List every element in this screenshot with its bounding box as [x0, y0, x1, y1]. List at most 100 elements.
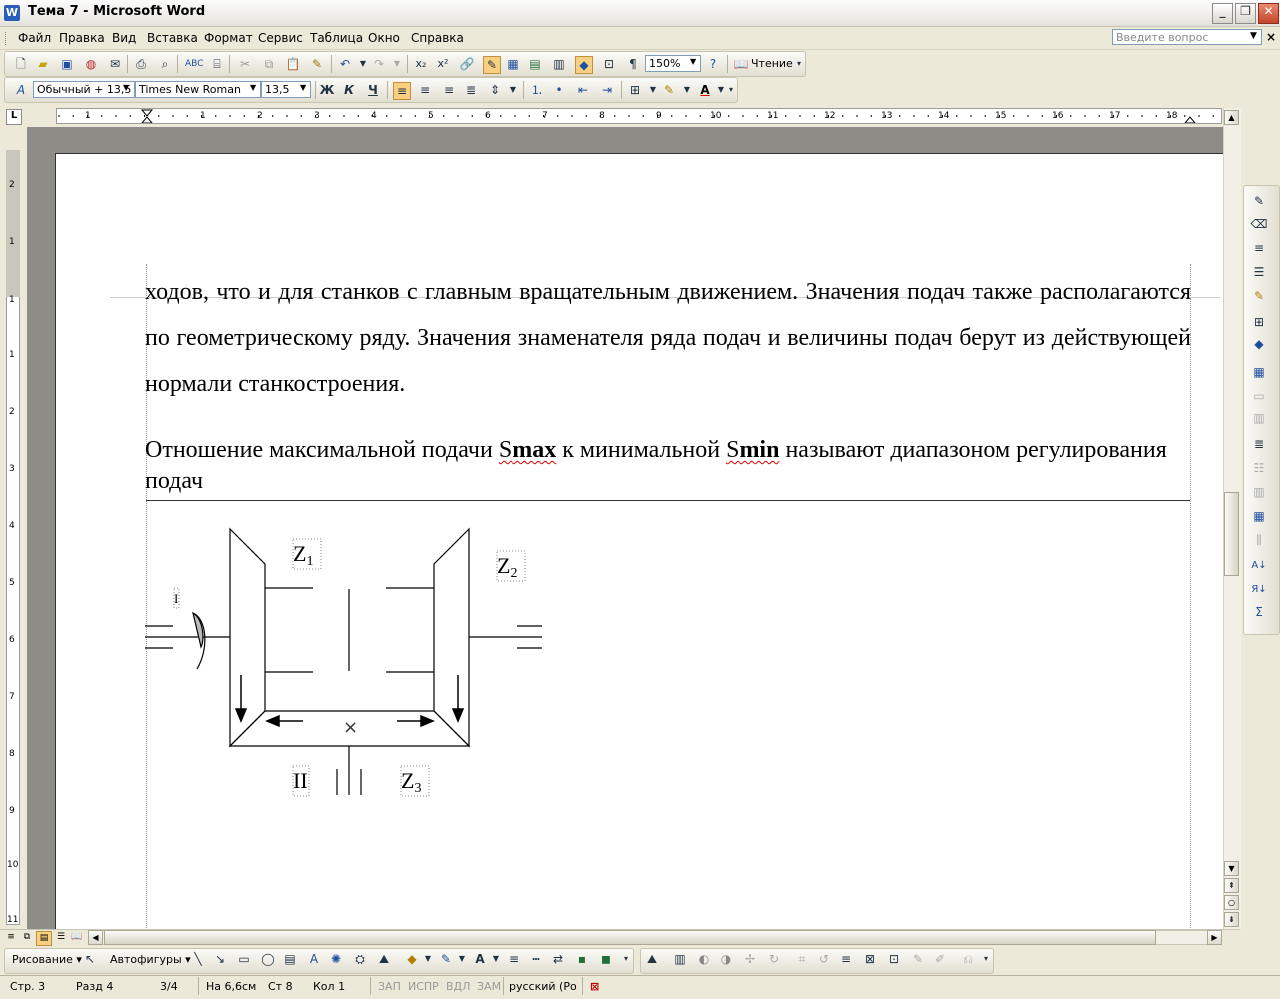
toolbar-options-icon[interactable]: ▾: [723, 82, 739, 98]
more-contrast-icon[interactable]: ◐: [696, 951, 712, 967]
drawing-menu-button[interactable]: Рисование ▾: [12, 953, 82, 966]
word-app-icon[interactable]: W: [4, 5, 20, 21]
arrow-tool-icon[interactable]: ↘: [212, 951, 228, 967]
crop-icon[interactable]: ✢: [742, 951, 758, 967]
menu-window[interactable]: Окно: [368, 31, 400, 45]
rotate-left-icon[interactable]: ↺: [816, 951, 832, 967]
styles-icon[interactable]: A: [13, 82, 29, 98]
autosum-icon[interactable]: Σ: [1250, 604, 1268, 620]
cut-icon[interactable]: ✂: [237, 56, 253, 72]
shading-icon[interactable]: ◆: [1250, 336, 1268, 352]
superscript-icon[interactable]: x²: [435, 56, 451, 72]
text-box-icon[interactable]: ▤: [282, 951, 298, 967]
dash-style-icon[interactable]: ┅: [528, 951, 544, 967]
reading-view-button[interactable]: 📖: [70, 931, 84, 944]
next-page-button[interactable]: ⇟: [1224, 912, 1239, 927]
spelling-status-icon[interactable]: ⊠: [590, 980, 599, 993]
distribute-columns-icon[interactable]: ▥: [1250, 484, 1268, 500]
help-search-input[interactable]: Введите вопрос: [1112, 29, 1262, 45]
restore-button[interactable]: ❐: [1235, 3, 1256, 24]
gearbox-diagram[interactable]: Z1 Z2 II Z3 I ×: [145, 499, 605, 819]
chevron-down-icon[interactable]: ▼: [300, 83, 306, 92]
menu-tools[interactable]: Сервис: [258, 31, 303, 45]
scroll-up-button[interactable]: ▲: [1224, 110, 1239, 125]
status-overtype[interactable]: ЗАМ: [477, 980, 501, 993]
status-record-macro[interactable]: ЗАП: [378, 980, 401, 993]
italic-button[interactable]: К: [341, 82, 357, 98]
align-right-icon[interactable]: ≡: [441, 82, 457, 98]
chevron-down-icon[interactable]: ▼: [1250, 31, 1257, 41]
tables-borders-icon[interactable]: ✎: [483, 56, 501, 74]
oval-tool-icon[interactable]: ◯: [260, 951, 276, 967]
toolbar-options-icon[interactable]: ▾: [791, 56, 807, 72]
bullets-icon[interactable]: •: [551, 82, 567, 98]
toolbar-options-icon[interactable]: ▾: [978, 951, 994, 967]
permission-icon[interactable]: ◍: [83, 56, 99, 72]
help-icon[interactable]: ?: [705, 56, 721, 72]
bold-button[interactable]: Ж: [319, 82, 335, 98]
diagram-icon[interactable]: ✺: [328, 951, 344, 967]
set-transparent-icon[interactable]: ✐: [932, 951, 948, 967]
select-objects-icon[interactable]: ↖: [82, 951, 98, 967]
line-style-icon[interactable]: ≡: [1250, 240, 1268, 256]
underline-button[interactable]: Ч: [365, 82, 381, 98]
print-layout-view-button[interactable]: ▤: [36, 931, 52, 946]
chevron-down-icon[interactable]: ▼: [505, 82, 521, 98]
scroll-left-button[interactable]: ◀: [88, 930, 103, 945]
chevron-down-icon[interactable]: ▼: [454, 951, 470, 967]
normal-view-button[interactable]: ≡: [4, 931, 18, 944]
sort-descending-icon[interactable]: Я↓: [1250, 582, 1268, 598]
line-style-icon[interactable]: ≡: [838, 951, 854, 967]
web-view-button[interactable]: ⧉: [20, 931, 34, 944]
merge-cells-icon[interactable]: ▭: [1250, 388, 1268, 404]
copy-icon[interactable]: ⧉: [261, 56, 277, 72]
chevron-down-icon[interactable]: ▼: [690, 57, 696, 66]
align-left-icon[interactable]: ≡: [393, 82, 411, 100]
menu-grip[interactable]: [5, 32, 9, 45]
sort-ascending-icon[interactable]: A↓: [1250, 558, 1268, 574]
research-icon[interactable]: ⌸: [209, 56, 225, 72]
chevron-down-icon[interactable]: ▼: [645, 82, 661, 98]
toolbar-options-icon[interactable]: ▾: [618, 951, 634, 967]
distribute-rows-icon[interactable]: ☷: [1250, 460, 1268, 476]
new-document-icon[interactable]: 🗋: [13, 56, 29, 72]
line-style-icon[interactable]: ≡: [506, 951, 522, 967]
chevron-down-icon[interactable]: ▼: [679, 82, 695, 98]
insert-table-icon[interactable]: ▦: [1250, 364, 1268, 380]
previous-page-button[interactable]: ⇞: [1224, 878, 1239, 893]
open-folder-icon[interactable]: ▰: [35, 56, 51, 72]
menu-insert[interactable]: Вставка: [147, 31, 198, 45]
chevron-down-icon[interactable]: ▼: [355, 56, 371, 72]
paragraph-range[interactable]: Отношение максимальной подачи Smax к мин…: [145, 435, 1191, 497]
email-icon[interactable]: ✉: [107, 56, 123, 72]
line-color-icon[interactable]: ✎: [438, 951, 454, 967]
text-wrapping-icon[interactable]: ⊡: [886, 951, 902, 967]
outline-view-button[interactable]: ☰: [54, 931, 68, 944]
line-weight-icon[interactable]: ☰: [1250, 264, 1268, 280]
chevron-down-icon[interactable]: ▼: [389, 56, 405, 72]
compress-icon[interactable]: ⊠: [862, 951, 878, 967]
subscript-icon[interactable]: x₂: [413, 56, 429, 72]
browse-object-button[interactable]: ○: [1224, 895, 1239, 910]
close-button[interactable]: ✕: [1258, 3, 1279, 24]
eraser-icon[interactable]: ⌫: [1250, 216, 1268, 232]
highlight-icon[interactable]: ✎: [661, 82, 677, 98]
wordart-icon[interactable]: A: [306, 951, 322, 967]
menu-format[interactable]: Формат: [204, 31, 253, 45]
text-direction-icon[interactable]: ⫼: [1250, 532, 1268, 548]
print-preview-icon[interactable]: ⌕: [157, 56, 173, 72]
hyperlink-icon[interactable]: 🔗: [459, 56, 475, 72]
tab-selector-button[interactable]: L: [6, 109, 22, 125]
vertical-scroll-thumb[interactable]: [1224, 492, 1239, 576]
style-select[interactable]: Обычный + 13,5: [33, 81, 135, 98]
shadow-style-icon[interactable]: ▪: [574, 951, 590, 967]
spelling-icon[interactable]: ABC: [185, 56, 203, 72]
color-icon[interactable]: ▥: [672, 951, 688, 967]
font-select[interactable]: Times New Roman: [135, 81, 261, 98]
line-tool-icon[interactable]: ╲: [190, 951, 206, 967]
fill-color-icon[interactable]: ◆: [404, 951, 420, 967]
arrow-style-icon[interactable]: ⇄: [550, 951, 566, 967]
document-map-icon[interactable]: ⊡: [601, 56, 617, 72]
draw-table-icon[interactable]: ✎: [1250, 193, 1268, 209]
rectangle-tool-icon[interactable]: ▭: [236, 951, 252, 967]
